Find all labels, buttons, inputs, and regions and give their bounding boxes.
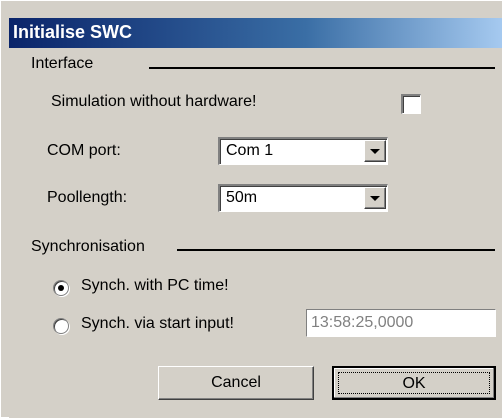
ok-button[interactable]: OK <box>332 366 496 400</box>
poollength-select[interactable]: 50m <box>218 184 388 212</box>
poollength-value: 50m <box>226 189 258 206</box>
dialog-window: Initialise SWC Interface Simulation with… <box>0 0 502 418</box>
cancel-button-label: Cancel <box>211 374 261 391</box>
interface-group-divider <box>149 67 495 69</box>
com-port-select[interactable]: Com 1 <box>218 137 388 165</box>
interface-group-label: Interface <box>31 55 94 72</box>
synch-start-input-label: Synch. via start input! <box>81 315 234 332</box>
title-bar[interactable]: Initialise SWC <box>9 18 502 48</box>
com-port-dropdown-icon[interactable] <box>364 140 386 162</box>
dialog-client-area: Interface Simulation without hardware! C… <box>9 48 502 418</box>
synchronisation-group-label: Synchronisation <box>31 238 145 255</box>
simulation-label: Simulation without hardware! <box>51 93 257 110</box>
poollength-label: Poollength: <box>47 189 128 206</box>
radio-selected-indicator <box>58 285 64 291</box>
synch-pc-time-radio[interactable] <box>53 280 69 296</box>
simulation-checkbox[interactable] <box>401 94 421 114</box>
ok-button-label: OK <box>402 375 426 392</box>
window-title: Initialise SWC <box>13 22 133 42</box>
start-time-field[interactable]: 13:58:25,0000 <box>306 309 496 337</box>
cancel-button[interactable]: Cancel <box>158 366 314 400</box>
synchronisation-group-divider <box>177 249 495 251</box>
com-port-value: Com 1 <box>226 142 274 159</box>
com-port-label: COM port: <box>47 142 121 159</box>
synch-pc-time-label: Synch. with PC time! <box>81 277 229 294</box>
synch-start-input-radio[interactable] <box>53 318 69 334</box>
poollength-dropdown-icon[interactable] <box>364 187 386 209</box>
start-time-value: 13:58:25,0000 <box>311 314 414 331</box>
